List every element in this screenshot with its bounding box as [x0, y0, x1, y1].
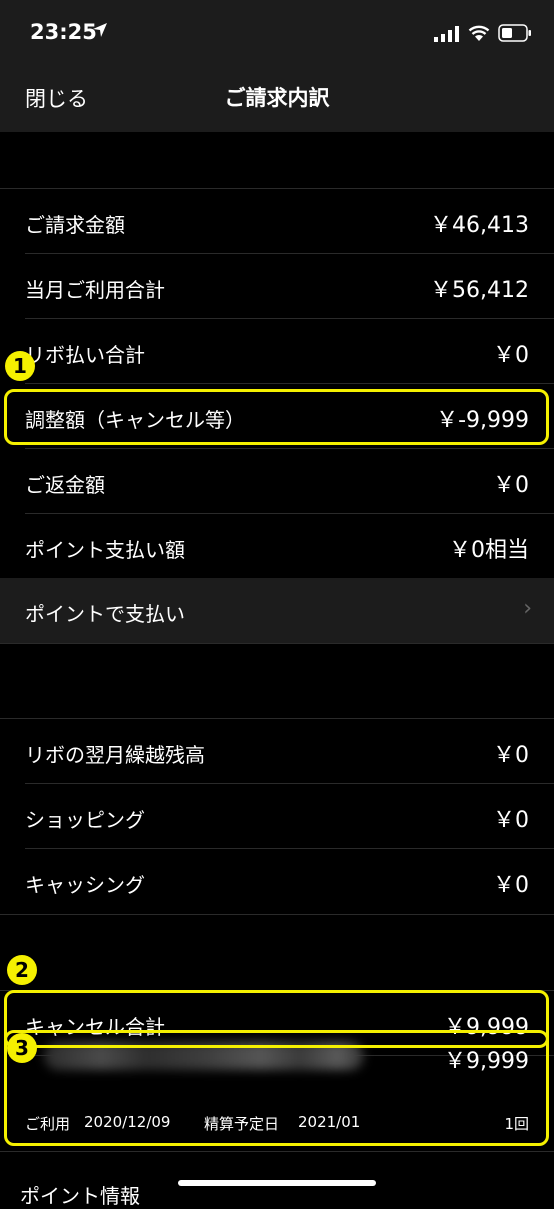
row-value: ￥0 [493, 743, 529, 768]
row-value: ￥0 [493, 873, 529, 898]
row-label: ポイント支払い額 [25, 538, 185, 562]
row-billing-amount: ご請求金額 ￥46,413 [0, 189, 554, 254]
annotation-badge-1: 1 [5, 351, 35, 381]
row-monthly-usage-total: 当月ご利用合計 ￥56,412 [0, 254, 554, 319]
navigation-bar: ご請求内訳 閉じる [0, 66, 554, 132]
row-label: キャッシング [25, 873, 145, 897]
close-button[interactable]: 閉じる [25, 83, 88, 113]
row-refund-amount: ご返金額 ￥0 [0, 449, 554, 514]
row-point-payment-amount: ポイント支払い額 ￥0相当 [0, 514, 554, 579]
wifi-icon [468, 25, 490, 41]
row-value: ￥56,412 [430, 278, 529, 303]
pay-with-points-label: ポイントで支払い [25, 602, 185, 626]
row-revolving-total: リボ払い合計 ￥0 [0, 319, 554, 384]
row-value: ￥0相当 [449, 538, 529, 563]
point-info-heading: ポイント情報 [20, 1184, 140, 1208]
home-indicator[interactable] [178, 1180, 376, 1186]
row-cashing: キャッシング ￥0 [0, 849, 554, 914]
cellular-signal-icon [434, 26, 459, 42]
status-bar: 23:25 [0, 0, 554, 66]
status-time: 23:25 [30, 20, 97, 44]
row-label: ご請求金額 [25, 213, 125, 237]
pay-with-points-button[interactable]: ポイントで支払い › [0, 578, 554, 644]
highlight-box-1 [4, 389, 549, 445]
annotation-badge-2: 2 [7, 955, 37, 985]
billing-summary-section: ご請求金額 ￥46,413 当月ご利用合計 ￥56,412 リボ払い合計 ￥0 … [0, 188, 554, 580]
row-shopping: ショッピング ￥0 [0, 784, 554, 849]
revolving-section: リボの翌月繰越残高 ￥0 ショッピング ￥0 キャッシング ￥0 [0, 718, 554, 915]
row-label: リボの翌月繰越残高 [25, 743, 205, 767]
row-value: ￥46,413 [430, 213, 529, 238]
row-label: ご返金額 [25, 473, 105, 497]
row-value: ￥0 [493, 808, 529, 833]
chevron-right-icon: › [523, 596, 532, 621]
row-label: ショッピング [25, 808, 145, 832]
location-arrow-icon [93, 23, 107, 37]
annotation-badge-3: 3 [7, 1033, 37, 1063]
row-label: リボ払い合計 [25, 343, 145, 367]
row-value: ￥0 [493, 343, 529, 368]
row-revolving-carryover: リボの翌月繰越残高 ￥0 [0, 719, 554, 784]
battery-icon [498, 24, 531, 42]
row-label: 当月ご利用合計 [25, 278, 165, 302]
highlight-box-3 [4, 1030, 549, 1146]
row-value: ￥0 [493, 473, 529, 498]
